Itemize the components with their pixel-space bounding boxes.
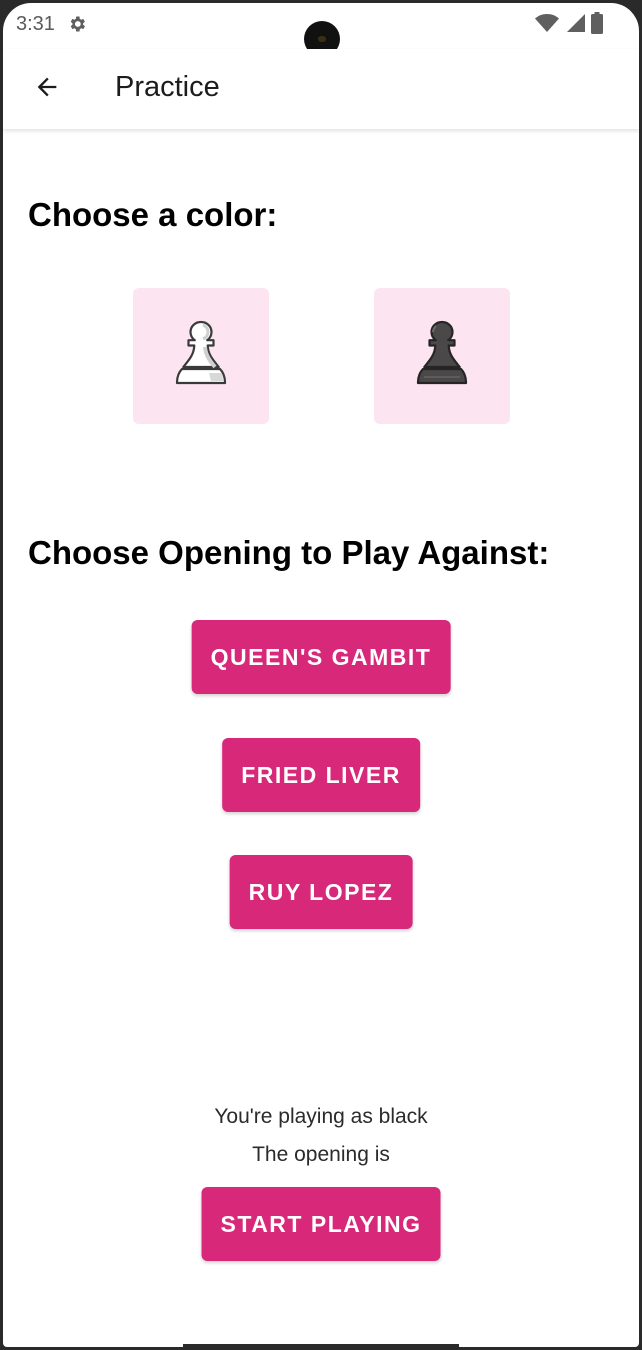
page-title: Practice [115,71,220,103]
status-icons [535,11,603,39]
phone-screen: 3:31 Practice Choose a color: Choose Ope… [3,3,639,1347]
queens-gambit-button[interactable]: QUEEN'S GAMBIT [191,620,451,694]
black-color-option[interactable] [374,288,510,424]
ruy-lopez-button[interactable]: RUY LOPEZ [229,855,413,929]
wifi-icon [535,13,559,38]
white-pawn-icon [171,319,231,394]
status-bar: 3:31 [3,3,639,57]
back-button[interactable] [27,69,67,109]
playing-as-text: You're playing as black [214,1105,428,1128]
fried-liver-button[interactable]: FRIED LIVER [222,738,420,812]
settings-gear-icon [67,14,87,34]
cell-signal-icon [565,13,585,38]
arrow-back-icon [33,73,61,106]
black-pawn-icon [412,319,472,394]
status-time: 3:31 [16,13,55,35]
app-bar: Practice [3,49,639,129]
start-playing-button[interactable]: START PLAYING [201,1187,441,1261]
battery-icon [591,11,603,39]
white-color-option[interactable] [133,288,269,424]
choose-opening-heading: Choose Opening to Play Against: [28,534,550,571]
gesture-bar [183,1344,459,1347]
opening-text: The opening is [252,1143,390,1166]
choose-color-heading: Choose a color: [28,196,278,233]
